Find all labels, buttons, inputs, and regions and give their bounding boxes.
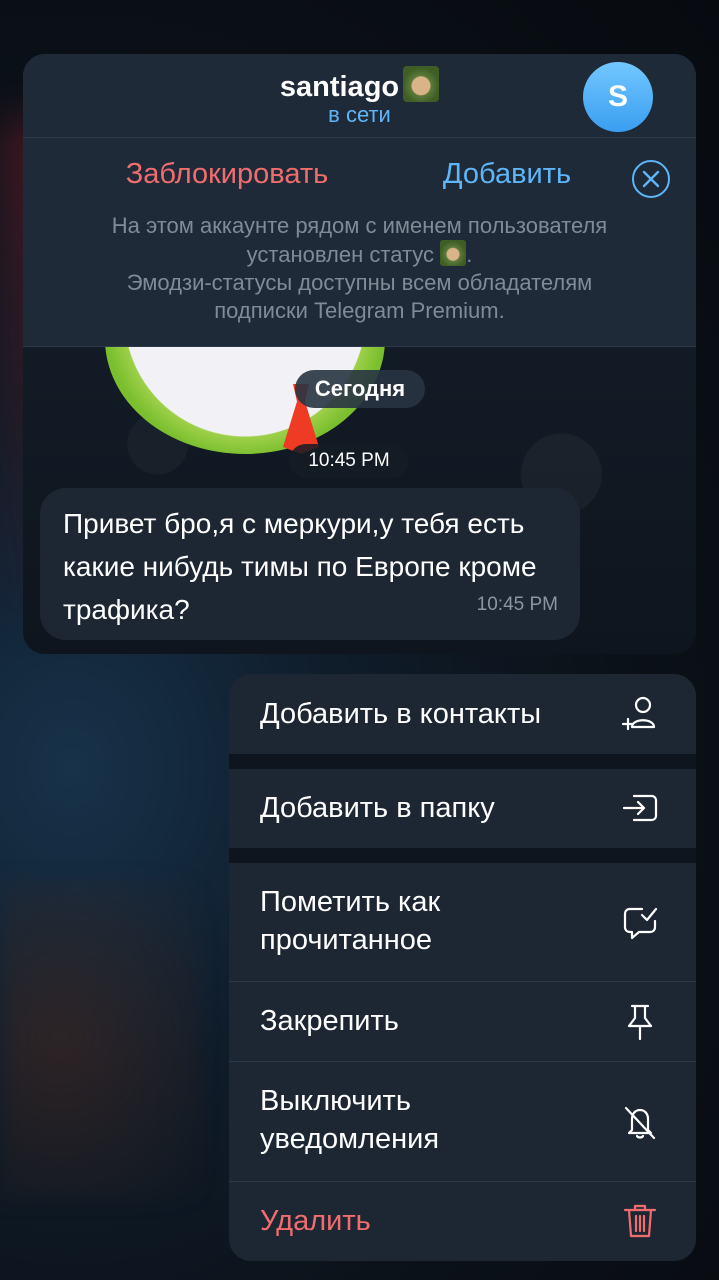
info-line: установлен статус .	[246, 240, 473, 267]
info-line: Эмодзи-статусы доступны всем обладателям	[126, 270, 593, 295]
contact-name: santiago	[279, 71, 400, 103]
menu-group: Добавить в контакты	[229, 674, 696, 754]
menu-group: Добавить в папку	[229, 769, 696, 848]
context-menu: Добавить в контакты Добавить в папку Пом…	[229, 674, 696, 1261]
chat-preview[interactable]: Сегодня 10:45 PM Привет бро,я с меркури,…	[23, 54, 696, 654]
pin-icon	[627, 1004, 653, 1041]
menu-item-mark-as-read[interactable]: Пометить как прочитанное	[229, 863, 696, 981]
info-line: подписки Telegram Premium.	[214, 298, 505, 323]
sticker-timestamp: 10:45 PM	[289, 444, 409, 478]
menu-item-label: Закрепить	[260, 1005, 399, 1037]
menu-item-label: Добавить в контакты	[260, 698, 542, 730]
menu-item-add-to-folder[interactable]: Добавить в папку	[229, 769, 696, 848]
menu-item-label: Пометить как прочитанное	[260, 886, 441, 956]
contact-action-banner: Заблокировать Добавить На этом аккаунте …	[23, 138, 696, 347]
message-bubble[interactable]: Привет бро,я с меркури,у тебя есть какие…	[40, 488, 580, 640]
menu-item-add-to-contacts[interactable]: Добавить в контакты	[229, 674, 696, 754]
menu-item-mute[interactable]: Выключить уведомления	[229, 1062, 696, 1181]
menu-item-label: Выключить уведомления	[260, 1085, 440, 1155]
menu-group: Пометить как прочитанное Закрепить Выклю…	[229, 863, 696, 1261]
mute-bell-icon	[624, 1106, 656, 1140]
message-timestamp: 10:45 PM	[476, 594, 558, 615]
block-button[interactable]: Заблокировать	[97, 158, 357, 191]
avatar[interactable]: S	[583, 62, 653, 132]
menu-item-pin[interactable]: Закрепить	[229, 982, 696, 1061]
add-to-folder-icon	[622, 794, 658, 822]
close-banner-button[interactable]	[632, 160, 670, 198]
emoji-status-info: На этом аккаунте рядом с именем пользова…	[43, 212, 676, 325]
menu-item-label: Удалить	[260, 1205, 371, 1237]
date-separator: Сегодня	[295, 370, 425, 408]
close-icon	[642, 170, 660, 188]
emoji-status-icon[interactable]	[403, 66, 440, 102]
emoji-status-icon	[440, 240, 467, 266]
menu-item-delete[interactable]: Удалить	[229, 1182, 696, 1261]
add-contact-button[interactable]: Добавить	[407, 158, 607, 191]
chat-header: santiago в сети S	[23, 54, 696, 138]
background-blur	[0, 880, 200, 1200]
add-contact-icon	[621, 696, 656, 731]
mark-read-icon	[623, 907, 658, 940]
info-line: На этом аккаунте рядом с именем пользова…	[111, 213, 608, 238]
menu-item-label: Добавить в папку	[260, 792, 495, 824]
trash-icon	[623, 1204, 657, 1238]
